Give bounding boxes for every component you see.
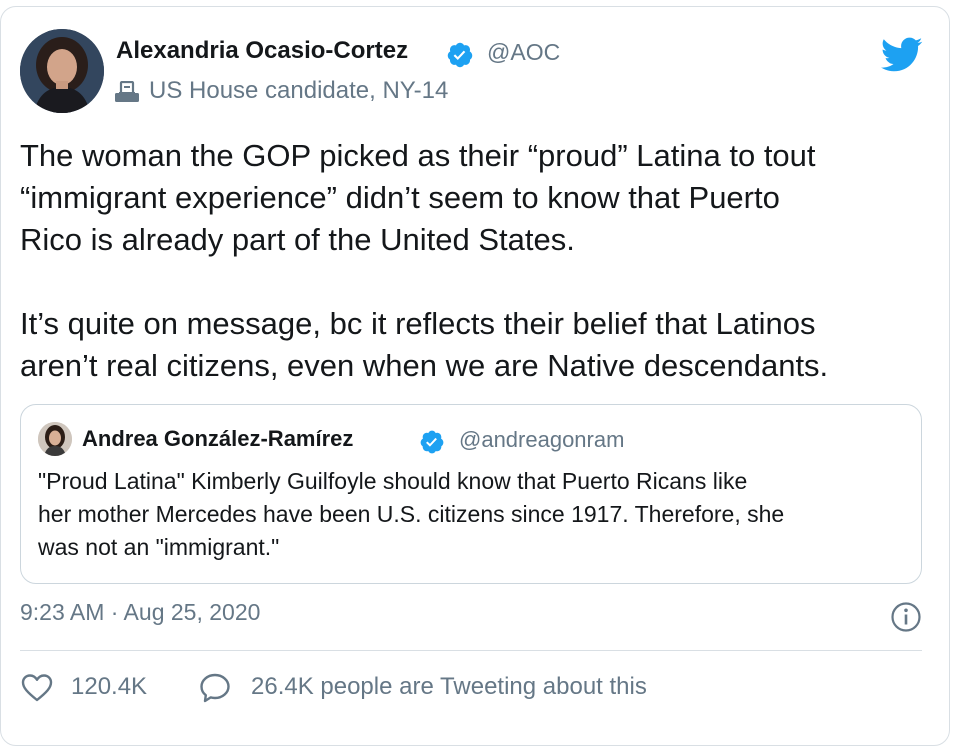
twitter-bird-icon[interactable] (881, 37, 923, 73)
author-avatar[interactable] (20, 29, 104, 113)
heart-icon[interactable] (21, 673, 53, 703)
verified-badge-icon (420, 430, 444, 454)
author-handle[interactable]: @AOC (487, 39, 560, 66)
tweet-text-line: It’s quite on message, bc it reflects th… (20, 306, 816, 341)
author-label: US House candidate, NY-14 (149, 77, 449, 104)
quoted-tweet-text: "Proud Latina" Kimberly Guilfoyle should… (38, 465, 913, 564)
quoted-author-avatar[interactable] (38, 422, 72, 456)
tweet-card: Alexandria Ocasio-Cortez @AOC US House c… (0, 6, 950, 746)
tweet-text-line: aren’t real citizens, even when we are N… (20, 348, 829, 383)
speech-bubble-icon[interactable] (199, 672, 231, 704)
quoted-text-line: her mother Mercedes have been U.S. citiz… (38, 501, 785, 527)
divider (20, 650, 922, 651)
tweet-text-line: Rico is already part of the United State… (20, 222, 575, 257)
verified-badge-icon (447, 42, 473, 68)
quoted-text-line: "Proud Latina" Kimberly Guilfoyle should… (38, 468, 748, 494)
tweet-text: The woman the GOP picked as their “proud… (20, 135, 935, 387)
quoted-author-name[interactable]: Andrea González-Ramírez (82, 426, 353, 452)
tweet-text-line: The woman the GOP picked as their “proud… (20, 138, 816, 173)
author-name[interactable]: Alexandria Ocasio-Cortez (116, 37, 408, 65)
tweet-timestamp[interactable]: 9:23 AM · Aug 25, 2020 (20, 599, 260, 626)
like-count[interactable]: 120.4K (71, 673, 147, 701)
quoted-text-line: was not an "immigrant." (38, 534, 280, 560)
tweeting-about-link[interactable]: 26.4K people are Tweeting about this (251, 673, 647, 701)
ballot-box-icon (115, 81, 139, 102)
quoted-tweet[interactable]: Andrea González-Ramírez @andreagonram "P… (20, 404, 922, 584)
quoted-author-handle[interactable]: @andreagonram (459, 427, 624, 453)
tweet-text-line: “immigrant experience” didn’t seem to kn… (20, 180, 780, 215)
info-icon[interactable] (890, 601, 922, 633)
